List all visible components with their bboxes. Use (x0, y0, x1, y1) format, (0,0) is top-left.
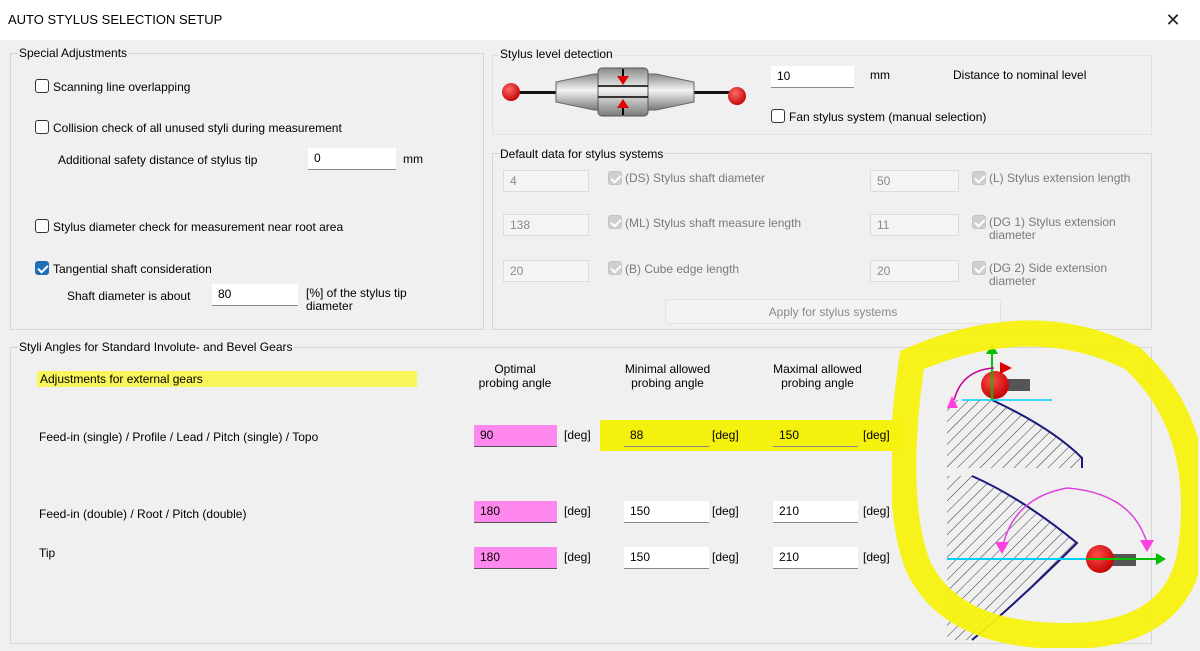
safety-distance-input[interactable]: 0 (308, 148, 396, 170)
diameter-check-checkbox[interactable] (35, 219, 49, 233)
col-max-line1: Maximal allowed (773, 362, 862, 376)
shaft-diameter-input[interactable]: 80 (212, 284, 298, 306)
row1-label: Feed-in (single) / Profile / Lead / Pitc… (39, 430, 319, 444)
l-label: (L) Stylus extension length (989, 171, 1131, 185)
special-adjustments-title: Special Adjustments (18, 46, 129, 60)
col-min-line2: probing angle (631, 376, 704, 390)
row1-optimal-unit: [deg] (564, 428, 591, 442)
dg2-input[interactable]: 20 (870, 260, 959, 282)
col-optimal-line1: Optimal (494, 362, 536, 376)
row1-min-input[interactable]: 88 (624, 425, 709, 447)
row2-max-unit: [deg] (863, 504, 890, 518)
dg1-label-line2: diameter (989, 228, 1036, 242)
window-title: AUTO STYLUS SELECTION SETUP (8, 12, 223, 27)
stylus-level-illustration (502, 67, 746, 117)
collision-label: Collision check of all unused styli duri… (53, 121, 342, 135)
col-optimal-header: Optimal probing angle (465, 362, 565, 390)
l-checkbox[interactable] (972, 171, 986, 185)
stylus-level-title: Stylus level detection (499, 47, 614, 61)
fan-stylus-checkbox[interactable] (771, 109, 785, 123)
row3-min-input[interactable]: 150 (624, 547, 709, 569)
row2-optimal-unit: [deg] (564, 504, 591, 518)
dg2-label: (DG 2) Side extension diameter (989, 262, 1107, 288)
row3-max-unit: [deg] (863, 550, 890, 564)
b-label: (B) Cube edge length (625, 262, 740, 276)
b-input[interactable]: 20 (503, 260, 589, 282)
l-input[interactable]: 50 (870, 170, 959, 192)
row2-max-input[interactable]: 210 (773, 501, 858, 523)
row3-max-input[interactable]: 210 (773, 547, 858, 569)
tangential-label: Tangential shaft consideration (53, 262, 212, 276)
col-max-line2: probing angle (781, 376, 854, 390)
external-gears-label: Adjustments for external gears (40, 372, 203, 386)
close-icon[interactable]: ✕ (1161, 8, 1185, 32)
dg1-label: (DG 1) Stylus extension diameter (989, 216, 1116, 242)
scan-overlap-checkbox[interactable] (35, 79, 49, 93)
ml-input[interactable]: 138 (503, 214, 589, 236)
dg1-input[interactable]: 11 (870, 214, 959, 236)
ds-label: (DS) Stylus shaft diameter (625, 171, 766, 185)
ds-input[interactable]: 4 (503, 170, 589, 192)
col-min-line1: Minimal allowed (624, 362, 711, 376)
row3-min-unit: [deg] (712, 550, 739, 564)
col-optimal-line2: probing angle (478, 376, 552, 390)
row2-min-unit: [deg] (712, 504, 739, 518)
row3-optimal-unit: [deg] (564, 550, 591, 564)
distance-label: Distance to nominal level (953, 68, 1087, 82)
row3-optimal-input[interactable]: 180 (474, 547, 557, 569)
shaft-diameter-unit: [%] of the stylus tip diameter (306, 287, 407, 313)
row2-min-input[interactable]: 150 (624, 501, 709, 523)
row3-label: Tip (39, 546, 56, 560)
fan-stylus-label: Fan stylus system (manual selection) (789, 110, 987, 124)
styli-angles-title: Styli Angles for Standard Involute- and … (18, 340, 294, 354)
safety-distance-label: Additional safety distance of stylus tip (58, 153, 258, 167)
diameter-check-label: Stylus diameter check for measurement ne… (53, 220, 344, 234)
scan-overlap-label: Scanning line overlapping (53, 80, 191, 94)
ds-checkbox[interactable] (608, 171, 622, 185)
row1-max-unit: [deg] (863, 428, 890, 442)
row1-max-input[interactable]: 150 (773, 425, 858, 447)
dg2-label-line2: diameter (989, 274, 1036, 288)
row2-optimal-input[interactable]: 180 (474, 501, 557, 523)
tangential-checkbox[interactable] (35, 261, 49, 275)
shaft-unit-line2: diameter (306, 299, 353, 313)
row1-optimal-input[interactable]: 90 (474, 425, 557, 447)
distance-unit: mm (870, 68, 890, 82)
row1-min-unit: [deg] (712, 428, 739, 442)
gear-probing-diagram (892, 320, 1198, 648)
collision-checkbox[interactable] (35, 120, 49, 134)
b-checkbox[interactable] (608, 261, 622, 275)
dg1-checkbox[interactable] (972, 215, 986, 229)
shaft-diameter-label: Shaft diameter is about (67, 289, 191, 303)
safety-distance-unit: mm (403, 152, 423, 166)
row2-label: Feed-in (double) / Root / Pitch (double) (39, 507, 247, 521)
ml-checkbox[interactable] (608, 215, 622, 229)
default-data-title: Default data for stylus systems (499, 147, 665, 161)
distance-input[interactable]: 10 (771, 66, 854, 88)
col-max-header: Maximal allowed probing angle (760, 362, 875, 390)
dg2-checkbox[interactable] (972, 261, 986, 275)
ml-label: (ML) Stylus shaft measure length (625, 216, 802, 230)
col-min-header: Minimal allowed probing angle (610, 362, 725, 390)
